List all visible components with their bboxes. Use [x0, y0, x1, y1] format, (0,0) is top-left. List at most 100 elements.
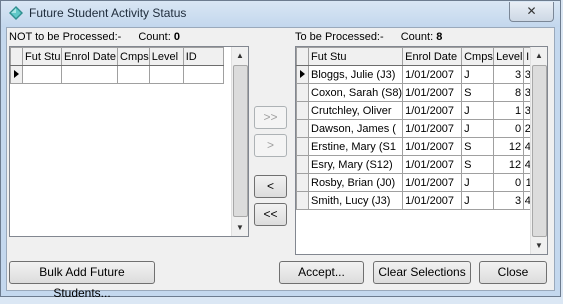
row-selector[interactable] [296, 119, 309, 138]
row-selector[interactable] [296, 65, 309, 84]
col-header-level[interactable]: Level [148, 47, 184, 66]
move-one-left-button[interactable]: < [254, 175, 287, 198]
not-processed-count-label: Count: [138, 31, 171, 43]
row-selector[interactable] [296, 137, 309, 156]
cell-level[interactable]: 1 [493, 101, 525, 120]
cell-fut-stu[interactable]: Dawson, James ( [307, 119, 404, 138]
right-vertical-scrollbar[interactable]: ▲ ▼ [530, 47, 547, 254]
bulk-add-future-students-button[interactable]: Bulk Add Future Students... [9, 261, 155, 300]
cell-fut-stu[interactable]: Crutchley, Oliver [307, 101, 404, 120]
cell-fut-stu[interactable]: Esry, Mary (S12) [307, 155, 404, 174]
table-row[interactable]: Erstine, Mary (S11/01/2007S12430 [296, 137, 547, 156]
col-header-level[interactable]: Level [493, 47, 525, 66]
dialog-window: Future Student Activity Status ✕ NOT to … [0, 0, 561, 300]
move-all-left-button[interactable]: << [254, 203, 287, 226]
scroll-thumb[interactable] [233, 65, 248, 217]
cell-fut-stu[interactable]: Coxon, Sarah (S8) [307, 83, 404, 102]
cell-level[interactable]: 3 [493, 191, 525, 210]
row-selector[interactable] [296, 191, 309, 210]
to-be-processed-label: To be Processed:- [295, 31, 384, 43]
cell-level[interactable]: 0 [493, 119, 525, 138]
cell-cmps[interactable]: J [461, 191, 495, 210]
col-header-enrol-date[interactable]: Enrol Date [402, 47, 463, 66]
to-be-processed-header: To be Processed:- Count: 8 [295, 31, 442, 43]
scroll-down-icon[interactable]: ▼ [232, 219, 248, 236]
table-row[interactable]: Dawson, James (1/01/2007J0236 [296, 119, 547, 138]
col-header-fut-stu[interactable]: Fut Stu [22, 47, 62, 66]
table-row[interactable]: Smith, Lucy (J3)1/01/2007J3409 [296, 191, 547, 210]
col-header-cmps[interactable]: Cmps [461, 47, 495, 66]
cell-fut-stu[interactable]: Erstine, Mary (S1 [307, 137, 404, 156]
table-row[interactable]: Esry, Mary (S12)1/01/2007S12431 [296, 155, 547, 174]
table-row[interactable]: Bloggs, Julie (J3)1/01/2007J3357 [296, 65, 547, 84]
clear-selections-button[interactable]: Clear Selections [373, 261, 471, 284]
cell-cmps[interactable]: S [461, 83, 495, 102]
table-cell[interactable] [117, 65, 150, 84]
window-close-button[interactable]: ✕ [509, 2, 554, 22]
accept-button[interactable]: Accept... [279, 261, 364, 284]
row-selector[interactable] [296, 83, 309, 102]
col-header-cmps[interactable]: Cmps [117, 47, 150, 66]
cell-cmps[interactable]: S [461, 155, 495, 174]
cell-enrol-date[interactable]: 1/01/2007 [402, 83, 463, 102]
cell-enrol-date[interactable]: 1/01/2007 [402, 191, 463, 210]
scroll-up-icon[interactable]: ▲ [531, 47, 547, 64]
cell-cmps[interactable]: J [461, 173, 495, 192]
cell-level[interactable]: 3 [493, 65, 525, 84]
row-selector[interactable] [296, 155, 309, 174]
cell-enrol-date[interactable]: 1/01/2007 [402, 65, 463, 84]
cell-fut-stu[interactable]: Bloggs, Julie (J3) [307, 65, 404, 84]
window-title: Future Student Activity Status [29, 6, 187, 20]
cell-enrol-date[interactable]: 1/01/2007 [402, 173, 463, 192]
row-selector[interactable] [296, 101, 309, 120]
cell-cmps[interactable]: J [461, 119, 495, 138]
row-pointer-icon [300, 70, 305, 78]
to-be-processed-table: Fut Stu Enrol Date Cmps Level ID Bloggs,… [296, 47, 547, 210]
cell-cmps[interactable]: S [461, 137, 495, 156]
new-row[interactable] [10, 65, 224, 84]
cell-enrol-date[interactable]: 1/01/2007 [402, 101, 463, 120]
cell-cmps[interactable]: J [461, 101, 495, 120]
to-be-processed-count: 8 [436, 31, 443, 43]
row-header-corner [296, 47, 309, 66]
row-selector[interactable] [296, 173, 309, 192]
table-row[interactable]: Rosby, Brian (J0)1/01/2007J0119 [296, 173, 547, 192]
move-all-right-button[interactable]: >> [254, 106, 287, 129]
table-row[interactable]: Crutchley, Oliver1/01/2007J1388 [296, 101, 547, 120]
row-pointer-icon [14, 70, 19, 78]
col-header-fut-stu[interactable]: Fut Stu [307, 47, 404, 66]
to-be-processed-grid[interactable]: Fut Stu Enrol Date Cmps Level ID Bloggs,… [295, 46, 548, 255]
cell-enrol-date[interactable]: 1/01/2007 [402, 137, 463, 156]
not-processed-label: NOT to be Processed:- [9, 31, 122, 43]
cell-level[interactable]: 8 [493, 83, 525, 102]
cell-fut-stu[interactable]: Rosby, Brian (J0) [307, 173, 404, 192]
cell-level[interactable]: 0 [493, 173, 525, 192]
app-diamond-icon [9, 6, 23, 20]
not-processed-table: Fut Stu Enrol Date Cmps Level ID [10, 47, 224, 84]
to-be-processed-count-label: Count: [400, 31, 434, 43]
not-processed-grid[interactable]: Fut Stu Enrol Date Cmps Level ID ▲ ▼ [9, 46, 249, 237]
cell-fut-stu[interactable]: Smith, Lucy (J3) [307, 191, 404, 210]
cell-level[interactable]: 12 [493, 137, 525, 156]
scroll-up-icon[interactable]: ▲ [232, 47, 248, 64]
cell-enrol-date[interactable]: 1/01/2007 [402, 155, 463, 174]
table-row[interactable]: Coxon, Sarah (S8)1/01/2007S8334 [296, 83, 547, 102]
cell-cmps[interactable]: J [461, 65, 495, 84]
close-icon: ✕ [526, 4, 537, 18]
table-cell[interactable] [148, 65, 184, 84]
table-cell[interactable] [182, 65, 224, 84]
col-header-enrol-date[interactable]: Enrol Date [61, 47, 118, 66]
cell-enrol-date[interactable]: 1/01/2007 [402, 119, 463, 138]
not-processed-count: 0 [173, 31, 180, 43]
dialog-body: NOT to be Processed:- Count: 0 To be Pro… [6, 27, 555, 300]
scroll-thumb[interactable] [532, 65, 547, 237]
left-vertical-scrollbar[interactable]: ▲ ▼ [231, 47, 248, 236]
table-cell[interactable] [61, 65, 118, 84]
table-cell[interactable] [22, 65, 62, 84]
move-one-right-button[interactable]: > [254, 134, 287, 157]
close-button[interactable]: Close [479, 261, 547, 284]
cell-level[interactable]: 12 [493, 155, 525, 174]
scroll-down-icon[interactable]: ▼ [531, 237, 547, 254]
col-header-id[interactable]: ID [182, 47, 224, 66]
row-selector[interactable] [10, 65, 23, 84]
